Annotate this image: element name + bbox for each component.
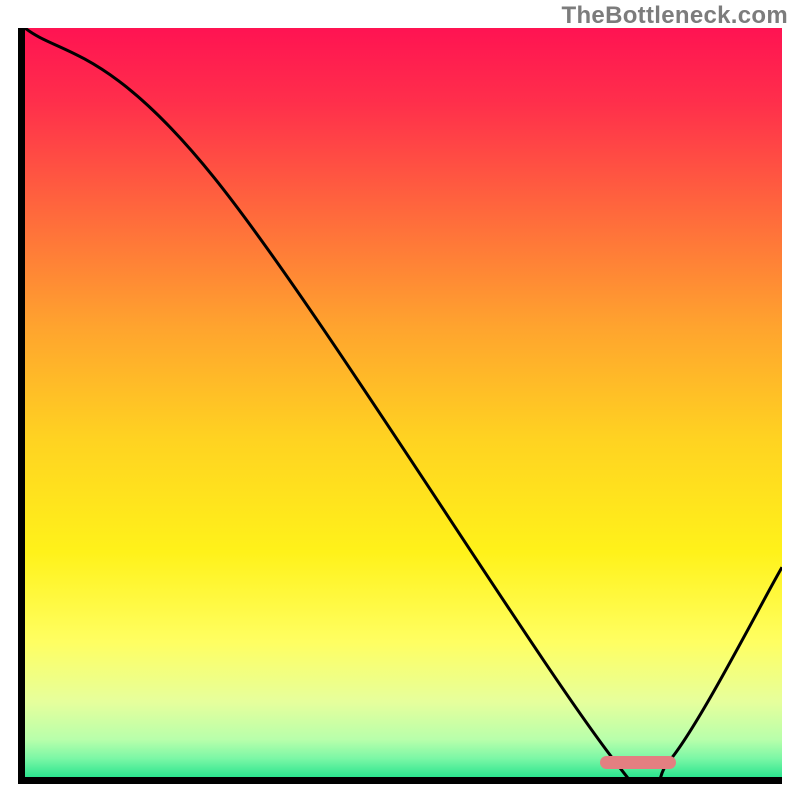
attribution-label: TheBottleneck.com (562, 2, 788, 30)
y-axis (18, 28, 25, 784)
gradient-backdrop (25, 28, 782, 777)
optimal-range-marker (600, 756, 676, 769)
chart-frame: TheBottleneck.com (0, 0, 800, 800)
x-axis (18, 777, 782, 784)
chart-svg (25, 28, 782, 777)
plot-area (25, 28, 782, 777)
plot-outer (18, 28, 782, 784)
